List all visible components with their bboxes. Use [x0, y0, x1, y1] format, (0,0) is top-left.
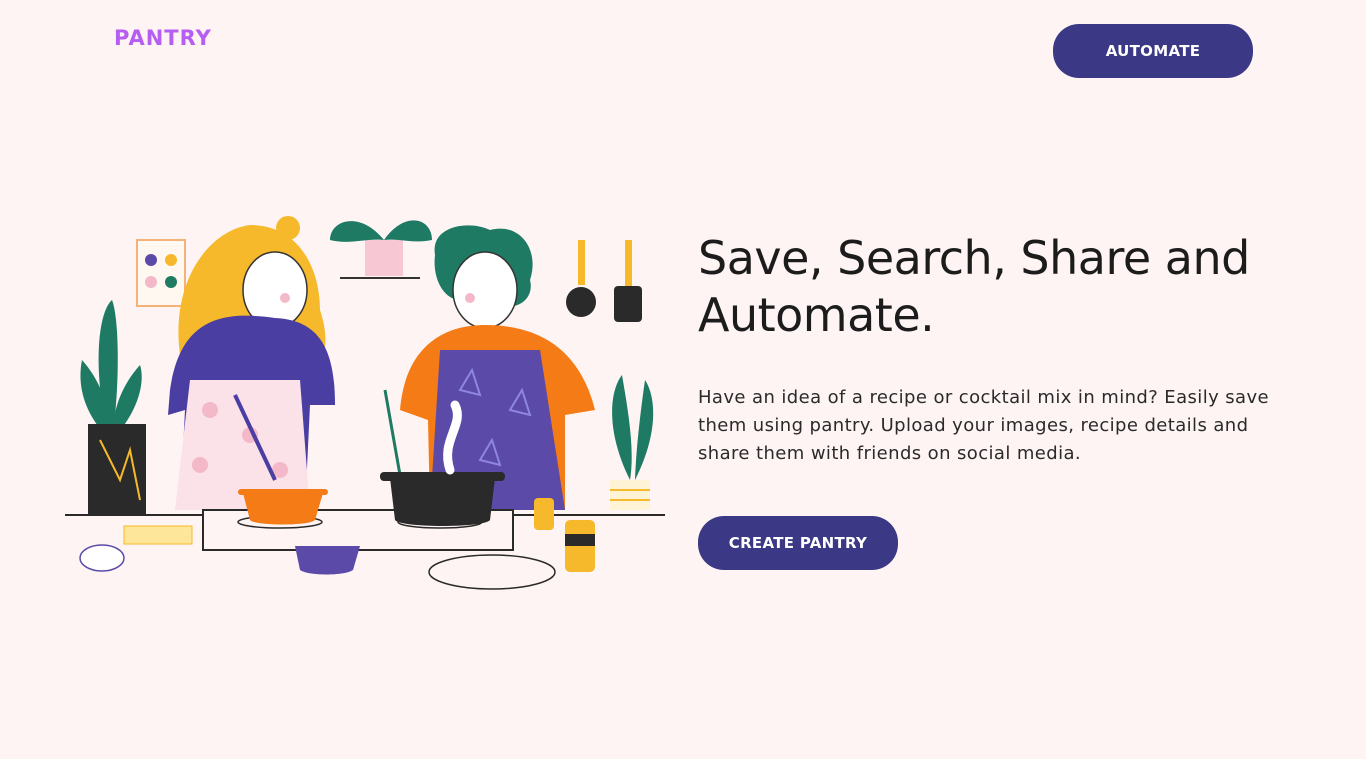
right-plant-icon — [610, 375, 654, 510]
orange-pot-icon — [238, 489, 328, 525]
plate-icon — [428, 554, 556, 590]
cooking-couple-illustration — [65, 216, 665, 590]
butter-icon — [123, 525, 193, 545]
man-cook-icon — [383, 225, 595, 510]
left-plant-icon — [80, 300, 146, 516]
shelf-plant-icon — [330, 220, 432, 279]
jar-icon — [534, 498, 554, 530]
woman-cook-icon — [168, 216, 335, 510]
automate-button[interactable]: AUTOMATE — [1053, 24, 1253, 78]
hero-headline: Save, Search, Share and Automate. — [698, 231, 1250, 342]
wall-picture-icon — [136, 239, 186, 307]
onion-icon — [79, 544, 125, 572]
pantry-logo[interactable]: PANTRY — [114, 26, 212, 50]
hero-description: Have an idea of a recipe or cocktail mix… — [698, 387, 1270, 464]
blue-pot-icon — [295, 546, 360, 575]
utensils-icon — [566, 240, 642, 322]
create-pantry-button[interactable]: CREATE PANTRY — [698, 516, 898, 570]
